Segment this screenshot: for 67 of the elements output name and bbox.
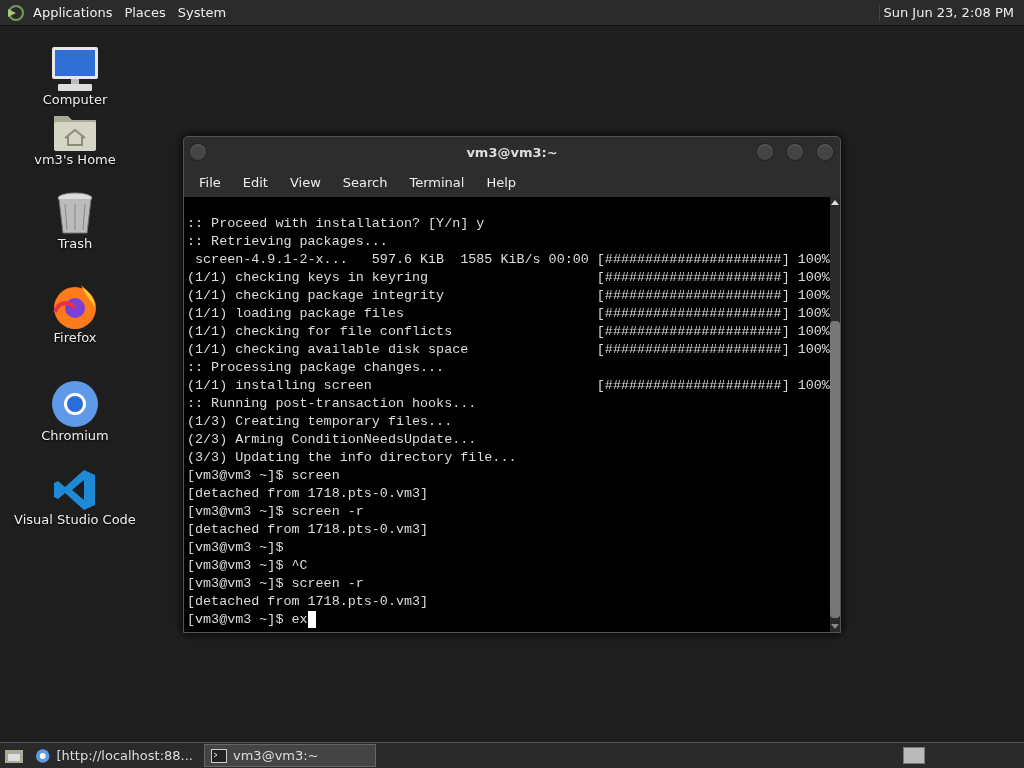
scrollbar-thumb[interactable] (829, 321, 840, 618)
terminal-line: screen-4.9.1-2-x... 597.6 KiB 1585 KiB/s 00:00 (194, 251, 590, 269)
progress-bar-text: [######################] (596, 251, 790, 269)
panel-menu[interactable]: Applications (30, 5, 116, 20)
taskbar-button[interactable]: vm3@vm3:~ (204, 744, 376, 767)
progress-bar-text: [######################] (596, 341, 790, 359)
terminal-line: (2/3) Arming ConditionNeedsUpdate... (187, 431, 477, 449)
terminal-icon (211, 748, 227, 763)
terminal-line: (1/1) checking available disk space (187, 341, 470, 359)
computer-monitor-icon (50, 46, 100, 92)
code-editor-logo-icon (53, 468, 97, 512)
progress-bar-text: [######################] (596, 269, 790, 287)
clock[interactable]: Sun Jun 23, 2:08 PM (878, 5, 1018, 20)
desktop-icon-label[interactable]: Chromium (41, 428, 109, 443)
menu-item[interactable]: Terminal (398, 174, 476, 190)
percent-text: 100% (797, 269, 830, 287)
window-title: vm3@vm3:~ (466, 144, 558, 160)
trash-can-icon (56, 192, 94, 236)
desktop-icon-label[interactable]: Computer (42, 92, 108, 107)
terminal-line: (1/1) checking for file conflicts (187, 323, 454, 341)
menu-item[interactable]: Help (475, 174, 528, 190)
panel-menu[interactable]: System (174, 5, 230, 20)
terminal-line: (1/1) loading package files (187, 305, 405, 323)
terminal-line: [vm3@vm3 ~]$ screen -r (187, 575, 364, 593)
progress-bar-text: [######################] (596, 305, 790, 323)
menu-item[interactable]: Edit (231, 174, 279, 190)
progress-bar-text: [######################] (596, 377, 790, 395)
panel-menu[interactable]: Places (121, 5, 169, 20)
terminal-line: [vm3@vm3 ~]$ ^C (187, 557, 308, 575)
terminal-line: (1/3) Creating temporary files... (187, 413, 453, 431)
terminal-line: (3/3) Updating the info directory file... (187, 449, 517, 467)
browser-globe-icon (35, 747, 51, 764)
firefox-logo-icon (51, 282, 99, 330)
terminal-line: [detached from 1718.pts-0.vm3] (187, 593, 429, 611)
workspace-switcher[interactable] (903, 747, 925, 764)
desktop-icon-label[interactable]: Trash (57, 236, 93, 251)
terminal-line: :: Retrieving packages... (187, 233, 388, 251)
scrollbar[interactable] (829, 197, 840, 632)
menu-item[interactable]: Search (331, 174, 399, 190)
show-desktop-icon[interactable] (4, 747, 24, 764)
distro-logo-icon[interactable] (6, 3, 24, 22)
terminal-line: (1/1) installing screen (187, 377, 373, 395)
percent-text: 100% (797, 251, 830, 269)
progress-bar-text: [######################] (596, 323, 790, 341)
desktop-icon-label[interactable]: vm3's Home (34, 152, 116, 167)
terminal-line: (1/1) checking keys in keyring (187, 269, 430, 287)
progress-bar-text: [######################] (596, 287, 790, 305)
chromium-logo-icon (51, 380, 99, 428)
terminal-line: [detached from 1718.pts-0.vm3] (187, 485, 429, 503)
terminal-line: :: Processing package changes... (187, 359, 445, 377)
terminal-line: [vm3@vm3 ~]$ (187, 539, 284, 557)
desktop-icon-label[interactable]: Visual Studio Code (14, 512, 136, 527)
terminal-line: :: Running post-transaction hooks... (187, 395, 477, 413)
percent-text: 100% (797, 323, 830, 341)
percent-text: 100% (797, 377, 830, 395)
percent-text: 100% (797, 287, 830, 305)
desktop-icon-label[interactable]: Firefox (53, 330, 97, 345)
terminal-line: [vm3@vm3 ~]$ screen -r (187, 503, 364, 521)
terminal-line: [vm3@vm3 ~]$ ex (187, 611, 308, 629)
terminal-line: [detached from 1718.pts-0.vm3] (187, 521, 429, 539)
terminal-line: [vm3@vm3 ~]$ screen (187, 467, 340, 485)
percent-text: 100% (797, 305, 830, 323)
percent-text: 100% (797, 341, 830, 359)
menu-item[interactable]: File (188, 174, 232, 190)
terminal-line: (1/1) checking package integrity (187, 287, 446, 305)
menu-item[interactable]: View (278, 174, 332, 190)
terminal-line: :: Proceed with installation? [Y/n] y (187, 215, 485, 233)
